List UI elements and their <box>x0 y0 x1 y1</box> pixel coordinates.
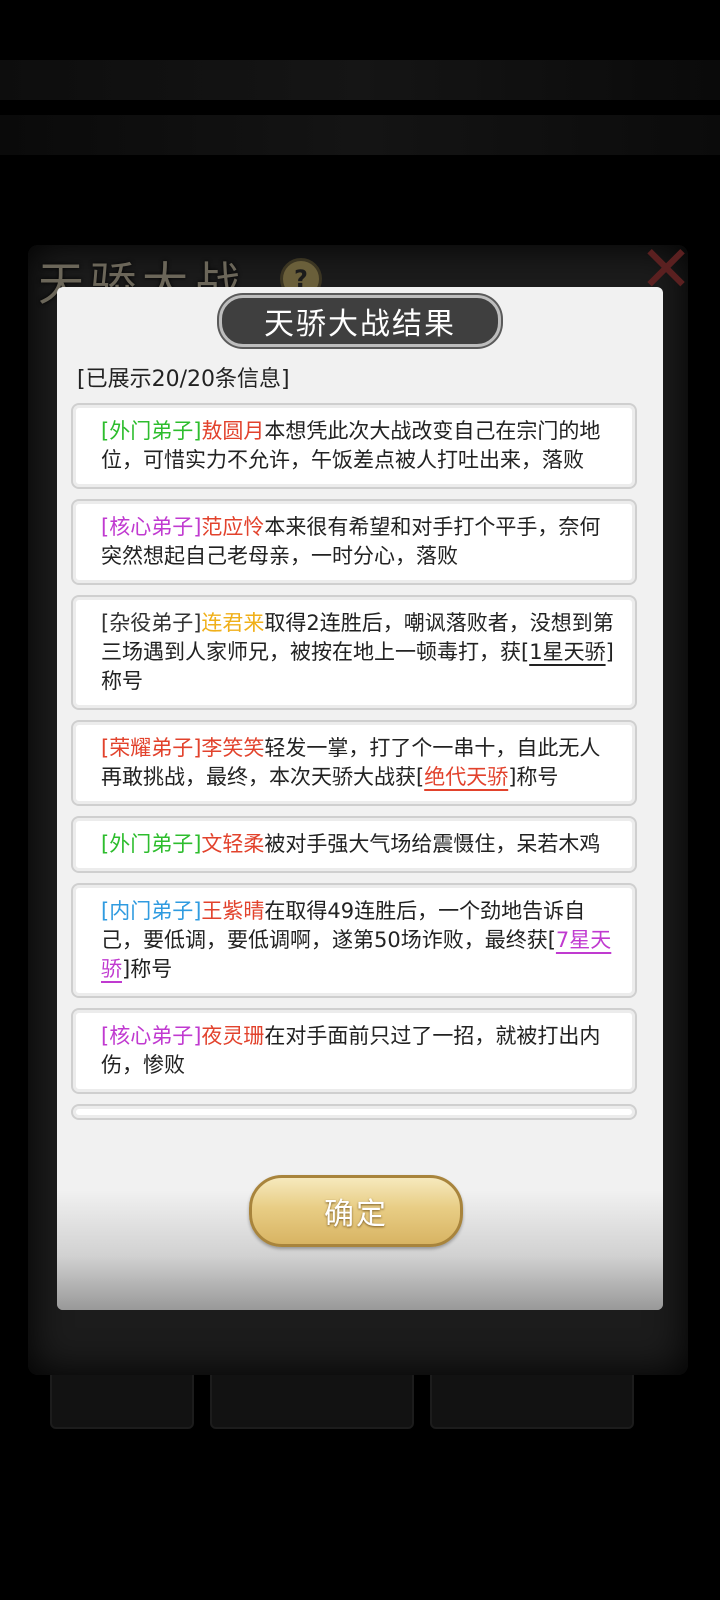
dialog-title: 天骄大战结果 <box>264 307 456 342</box>
disciple-rank: [核心弟子] <box>101 515 202 539</box>
result-text: 被对手强大气场给震慑住，呆若木鸡 <box>264 832 601 856</box>
result-suffix: ]称号 <box>508 765 559 789</box>
confirm-label: 确定 <box>324 1197 388 1232</box>
disciple-name: 王紫晴 <box>201 899 265 923</box>
disciple-rank: [外门弟子] <box>101 832 202 856</box>
honor-title-link[interactable]: 绝代天骄 <box>424 765 508 789</box>
disciple-rank: [杂役弟子] <box>101 611 202 635</box>
result-card: [核心弟子]夜灵珊在对手面前只过了一招，就被打出内伤，惨败 <box>71 1008 637 1094</box>
result-card: [荣耀弟子]李笑笑轻发一掌，打了个一串十，自此无人再敢挑战，最终，本次天骄大战获… <box>71 720 637 806</box>
disciple-name: 范应怜 <box>201 515 265 539</box>
disciple-rank: [荣耀弟子] <box>101 736 202 760</box>
result-card: [内门弟子]王紫晴在取得49连胜后，一个劲地告诉自己，要低调，要低调啊，遂第50… <box>71 883 637 998</box>
info-count: [已展示20/20条信息] <box>77 367 290 392</box>
result-card: [外门弟子]文轻柔被对手强大气场给震慑住，呆若木鸡 <box>71 816 637 873</box>
disciple-rank: [外门弟子] <box>101 419 202 443</box>
result-card: [核心弟子]范应怜本来很有希望和对手打个平手，奈何突然想起自己老母亲，一时分心，… <box>71 499 637 585</box>
result-suffix: ]称号 <box>122 957 173 981</box>
confirm-button[interactable]: 确定 <box>249 1175 463 1247</box>
disciple-name: 文轻柔 <box>201 832 265 856</box>
result-card: [外门弟子]敖圆月本想凭此次大战改变自己在宗门的地位，可惜实力不允许，午饭差点被… <box>71 403 637 489</box>
dialog-title-banner: 天骄大战结果 <box>219 295 501 347</box>
honor-title-link[interactable]: 1星天骄 <box>529 640 605 664</box>
result-card <box>71 1104 637 1120</box>
disciple-rank: [内门弟子] <box>101 899 202 923</box>
results-dialog: 天骄大战结果 [已展示20/20条信息] [外门弟子]敖圆月本想凭此次大战改变自… <box>57 287 663 1310</box>
disciple-name: 敖圆月 <box>201 419 265 443</box>
disciple-rank: [核心弟子] <box>101 1024 202 1048</box>
disciple-name: 李笑笑 <box>201 736 265 760</box>
disciple-name: 连君来 <box>201 611 265 635</box>
result-card: [杂役弟子]连君来取得2连胜后，嘲讽落败者，没想到第三场遇到人家师兄，被按在地上… <box>71 595 637 710</box>
results-list[interactable]: [外门弟子]敖圆月本想凭此次大战改变自己在宗门的地位，可惜实力不允许，午饭差点被… <box>71 403 649 1235</box>
disciple-name: 夜灵珊 <box>201 1024 265 1048</box>
background-text-line <box>0 115 720 155</box>
background-text-line <box>0 60 720 100</box>
